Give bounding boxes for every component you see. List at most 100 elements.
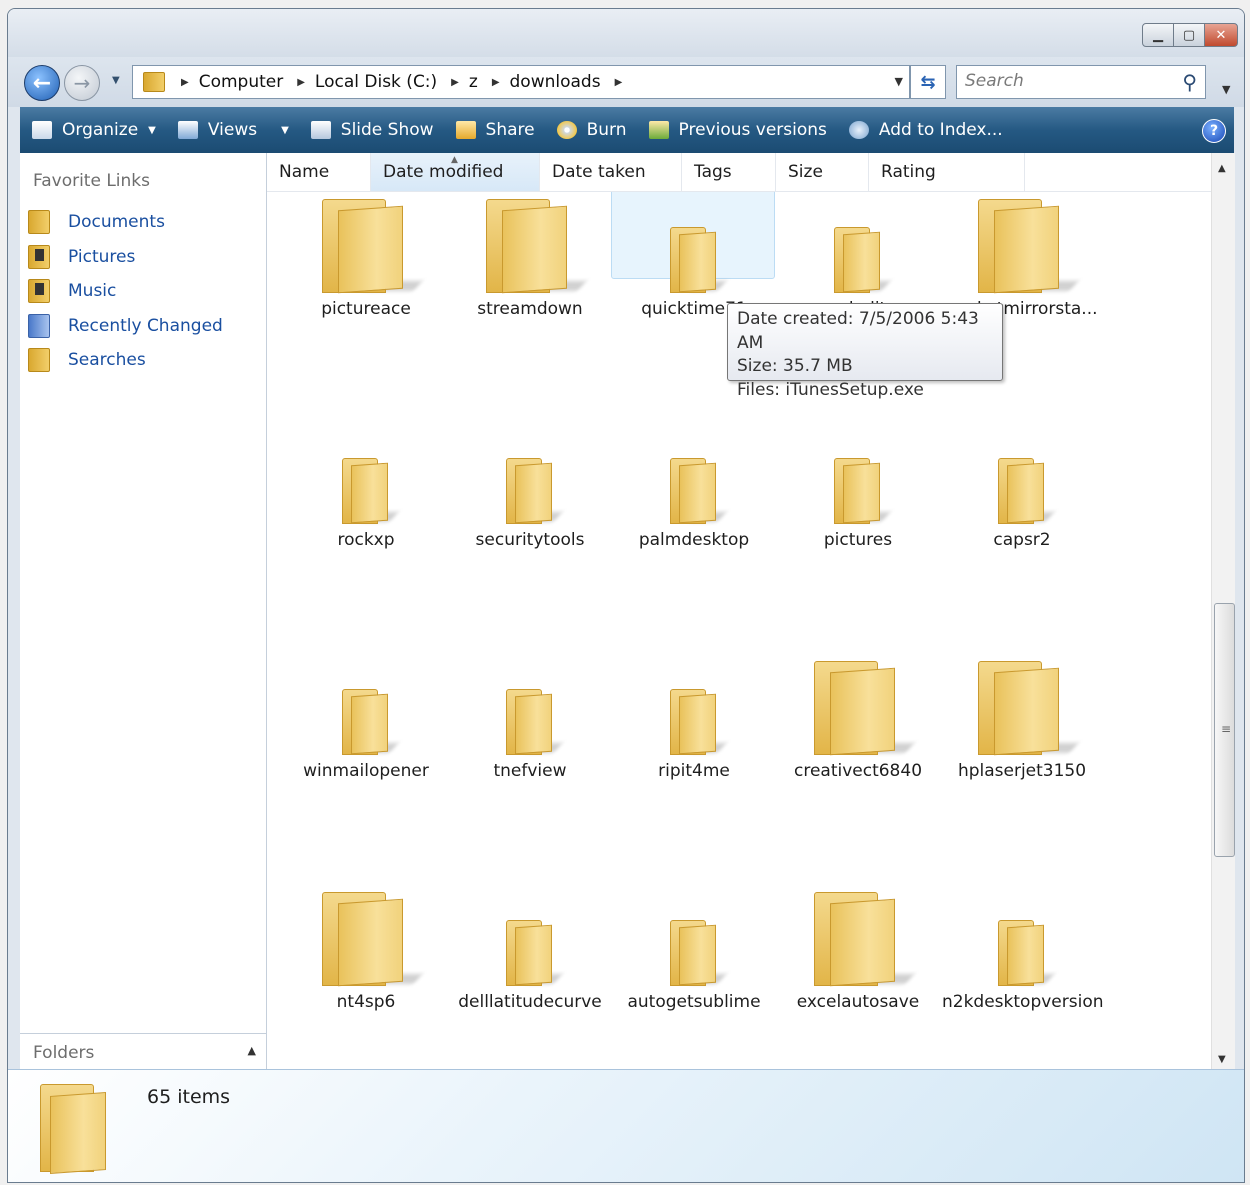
folder-label: pictures: [823, 530, 893, 550]
address-bar[interactable]: ▶ Computer ▶ Local Disk (C:) ▶ z ▶ download…: [132, 65, 910, 99]
close-button[interactable]: ✕: [1204, 23, 1238, 47]
minimize-button[interactable]: ▁: [1142, 23, 1174, 47]
help-icon: ?: [1209, 123, 1219, 139]
folder-icon: [814, 892, 932, 990]
folder-icon: [978, 661, 1096, 759]
command-bar: Organize ▼ Views ▼ Slide Show Share Burn…: [20, 107, 1234, 153]
column-header-size[interactable]: Size: [776, 153, 869, 191]
vertical-scrollbar[interactable]: ▲ ≡ ▼: [1211, 153, 1235, 1069]
pictures-icon: [28, 244, 50, 269]
column-header-date-taken[interactable]: Date taken: [540, 153, 682, 191]
item-count: 65 items: [147, 1086, 231, 1108]
toolbar-label: Slide Show: [340, 120, 434, 140]
slideshow-icon: [310, 121, 331, 139]
toolbar-label: Add to Index...: [878, 120, 1003, 140]
toolbar-label: Views: [207, 120, 258, 140]
folder-icon: [834, 227, 912, 297]
folder-label: creativect6840: [793, 761, 923, 781]
breadcrumb-computer[interactable]: Computer ▶: [199, 72, 315, 92]
file-grid: pictureacestreamdownquicktime71soundedit…: [267, 153, 1211, 1069]
column-header-label: Rating: [881, 162, 936, 182]
search-icon[interactable]: ⚲: [1182, 70, 1197, 94]
folder-label: winmailopener: [303, 761, 429, 781]
breadcrumb-downloads[interactable]: downloads ▶: [510, 72, 633, 92]
favorite-links-list: Documents Pictures Music Recently Change…: [28, 205, 223, 378]
views-button[interactable]: Views ▼: [166, 107, 299, 153]
organize-button[interactable]: Organize ▼: [20, 107, 166, 153]
search-input[interactable]: [957, 66, 1173, 96]
back-button[interactable]: ←: [24, 65, 60, 101]
folder-icon: [322, 892, 440, 990]
tooltip-size: Size: 35.7 MB: [737, 356, 853, 376]
back-arrow-icon: ←: [32, 70, 52, 96]
nav-item-label: Music: [68, 281, 117, 302]
toolbar-label: Burn: [586, 120, 627, 140]
breadcrumb-label: Local Disk (C:): [314, 72, 438, 92]
folder-label: streamdown: [477, 299, 583, 319]
folders-label: Folders: [33, 1043, 95, 1063]
folder-icon: [506, 689, 584, 759]
navigation-pane: Favorite Links Documents Pictures Music …: [20, 153, 267, 1069]
previous-versions-button[interactable]: Previous versions: [637, 107, 837, 153]
tooltip-files: Files: iTunesSetup.exe: [737, 379, 924, 400]
views-icon: [177, 121, 198, 139]
favorite-links-title: Favorite Links: [33, 171, 151, 191]
folder-icon: [506, 458, 584, 528]
folder-label: n2kdesktopversion: [942, 992, 1104, 1012]
folder-label: pictureace: [321, 299, 411, 319]
nav-item-music[interactable]: Music: [28, 274, 223, 309]
nav-item-label: Documents: [68, 212, 165, 233]
column-header-date-modified[interactable]: ▲ Date modified: [371, 153, 540, 191]
folder-icon: [670, 227, 748, 297]
address-row: ← → ▼ ▶ Computer ▶ Local Disk (C:) ▶ z ▶ do…: [8, 57, 1244, 107]
forward-arrow-icon: →: [73, 71, 91, 95]
folder-label: nt4sp6: [336, 992, 396, 1012]
chevron-up-icon: ▲: [247, 1044, 256, 1057]
details-pane: 65 items: [8, 1069, 1244, 1182]
maximize-button[interactable]: ▢: [1173, 23, 1205, 47]
toolbar-label: Previous versions: [678, 120, 827, 140]
breadcrumb-sep-root[interactable]: ▶: [177, 77, 199, 88]
nav-item-searches[interactable]: Searches: [28, 343, 223, 378]
column-header-tags[interactable]: Tags: [682, 153, 776, 191]
slideshow-button[interactable]: Slide Show: [299, 107, 444, 153]
tooltip-date-created: Date created: 7/5/2006 5:43 AM: [737, 309, 979, 353]
folder-icon: [670, 920, 748, 990]
window-controls: ▁ ▢ ✕: [1142, 23, 1238, 47]
refresh-icon: ⇆: [920, 71, 936, 93]
refresh-button[interactable]: ⇆: [910, 65, 946, 99]
nav-item-recently-changed[interactable]: Recently Changed: [28, 309, 223, 344]
burn-icon: [556, 121, 577, 139]
folder-label: delllatitudecurve: [458, 992, 602, 1012]
documents-icon: [28, 210, 50, 235]
nav-item-label: Pictures: [68, 246, 136, 267]
add-to-index-button[interactable]: Add to Index...: [837, 107, 1013, 153]
help-button[interactable]: ?: [1202, 119, 1226, 143]
search-options-dropdown[interactable]: ▼: [1222, 83, 1230, 96]
organize-icon: [32, 121, 52, 139]
share-button[interactable]: Share: [444, 107, 545, 153]
breadcrumb-z[interactable]: z ▶: [469, 72, 510, 92]
scroll-thumb[interactable]: ≡: [1214, 603, 1235, 857]
scroll-down-arrow[interactable]: ▼: [1218, 1054, 1226, 1065]
file-list: pictureacestreamdownquicktime71soundedit…: [267, 153, 1211, 1069]
toolbar-label: Organize: [62, 120, 139, 140]
breadcrumb-local-disk[interactable]: Local Disk (C:) ▶: [315, 72, 469, 92]
nav-item-label: Recently Changed: [68, 315, 223, 336]
forward-button[interactable]: →: [64, 65, 100, 101]
address-history-dropdown[interactable]: ▼: [895, 75, 903, 88]
folder-label: securitytools: [475, 530, 585, 550]
scroll-up-arrow[interactable]: ▲: [1218, 163, 1226, 174]
folder-label: rockxp: [337, 530, 395, 550]
nav-item-documents[interactable]: Documents: [28, 205, 223, 240]
folders-toggle[interactable]: Folders ▲: [20, 1033, 266, 1070]
column-header-name[interactable]: Name: [267, 153, 371, 191]
previous-versions-icon: [648, 121, 669, 139]
column-header-rating[interactable]: Rating: [869, 153, 1025, 191]
burn-button[interactable]: Burn: [545, 107, 637, 153]
nav-item-pictures[interactable]: Pictures: [28, 240, 223, 275]
chevron-down-icon: ▼: [281, 124, 289, 136]
item-tooltip: Date created: 7/5/2006 5:43 AM Size: 35.…: [727, 303, 1003, 400]
share-icon: [455, 121, 476, 139]
recent-pages-dropdown[interactable]: ▼: [112, 75, 120, 86]
